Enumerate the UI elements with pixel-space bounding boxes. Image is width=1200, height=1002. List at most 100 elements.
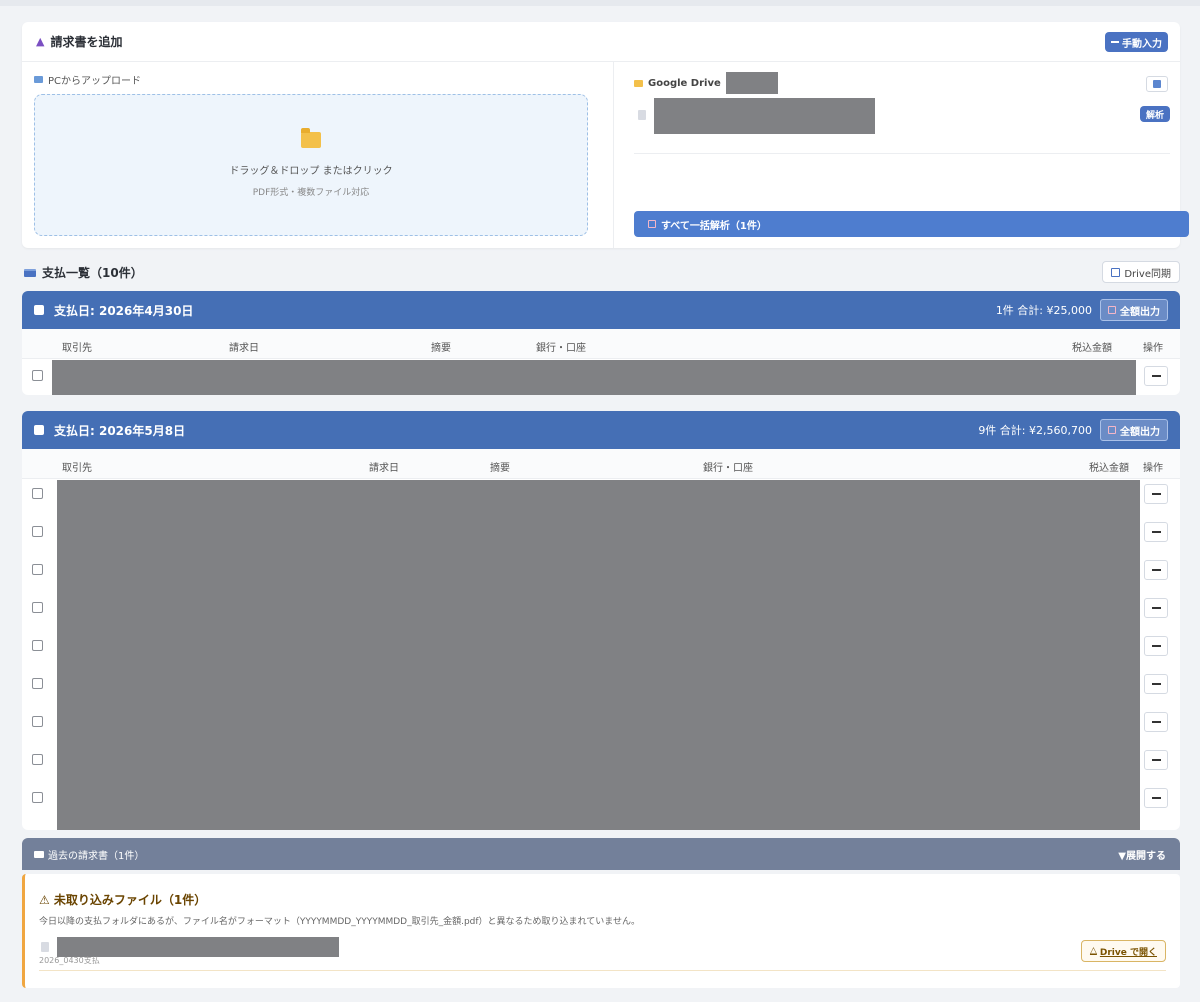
- col-amount: 税込金額: [1089, 463, 1129, 474]
- bulk-icon: [648, 220, 656, 228]
- col-bank-account: 銀行・口座: [703, 463, 753, 474]
- remove-row-button[interactable]: [1144, 674, 1168, 694]
- past-folder-icon: [34, 850, 44, 858]
- remove-row-button[interactable]: [1144, 636, 1168, 656]
- minus-icon: [1111, 41, 1119, 43]
- unimported-files-panel: ⚠ 未取り込みファイル（1件） 今日以降の支払フォルダにあるが、ファイル名がフォ…: [22, 874, 1180, 988]
- col-amount: 税込金額: [1072, 343, 1112, 354]
- top-bar: [0, 0, 1200, 6]
- dropzone-main-text: ドラッグ＆ドロップ またはクリック: [229, 166, 393, 177]
- payment-list-heading: 支払一覧（10件）: [24, 264, 143, 281]
- col-summary: 摘要: [490, 463, 510, 474]
- drive-refresh-button[interactable]: [1146, 76, 1168, 92]
- row-checkbox[interactable]: [32, 488, 43, 499]
- bulk-analyze-button[interactable]: すべて一括解析（1件）: [634, 211, 1189, 237]
- row-checkbox[interactable]: [32, 716, 43, 727]
- past-invoices-bar[interactable]: 過去の請求書（1件） ▼展開する: [22, 838, 1180, 870]
- manual-input-button[interactable]: 手動入力: [1105, 32, 1168, 52]
- group-summary: 9件 合計: ¥2,560,700: [978, 424, 1092, 437]
- payment-group-apr30: 支払日: 2026年4月30日 1件 合計: ¥25,000 全額出力 取引先 …: [22, 291, 1180, 395]
- drive-label-row: Google Drive: [634, 72, 778, 94]
- remove-row-button[interactable]: [1144, 788, 1168, 808]
- document-icon: [638, 110, 646, 120]
- add-invoice-card: ▲ 請求書を追加 手動入力 PCからアップロード ドラッグ＆ドロップ またはクリ…: [22, 22, 1189, 248]
- remove-row-button[interactable]: [1144, 522, 1168, 542]
- drive-label: Google Drive: [648, 77, 721, 89]
- dropzone-sub-text: PDF形式・複数ファイル対応: [252, 188, 370, 198]
- credit-card-icon: [24, 268, 36, 277]
- col-summary: 摘要: [431, 343, 451, 354]
- row-checkbox[interactable]: [32, 678, 43, 689]
- group-title: 支払日: 2026年4月30日: [54, 303, 194, 318]
- open-in-drive-button[interactable]: △ Drive で開く: [1080, 940, 1166, 962]
- group-select-checkbox[interactable]: [34, 305, 44, 315]
- redacted-row-content: [52, 360, 1136, 395]
- col-vendor: 取引先: [62, 463, 92, 474]
- add-invoice-title: 請求書を追加: [50, 35, 123, 49]
- open-in-drive-label: Drive で開く: [1099, 947, 1157, 958]
- drive-folder-icon: [634, 79, 643, 87]
- row-checkbox[interactable]: [32, 602, 43, 613]
- remove-row-button[interactable]: [1144, 712, 1168, 732]
- redacted-file-name: [654, 98, 875, 134]
- payment-list-title: 支払一覧（10件）: [42, 266, 143, 280]
- redacted-folder-name: [725, 72, 778, 94]
- row-checkbox[interactable]: [32, 564, 43, 575]
- row-checkbox[interactable]: [32, 792, 43, 803]
- drive-sync-button[interactable]: Drive同期: [1102, 261, 1180, 283]
- unimported-folder-name: 2026_0430支払: [39, 956, 100, 965]
- group-summary-area: 1件 合計: ¥25,000 全額出力: [996, 299, 1168, 321]
- analyze-button[interactable]: 解析: [1139, 106, 1170, 122]
- payment-group-header: 支払日: 2026年4月30日 1件 合計: ¥25,000 全額出力: [22, 291, 1180, 329]
- col-invoice-date: 請求日: [229, 343, 259, 354]
- file-dropzone[interactable]: ドラッグ＆ドロップ またはクリック PDF形式・複数ファイル対応: [34, 94, 588, 236]
- manual-input-label: 手動入力: [1122, 38, 1162, 50]
- column-header-row: 取引先 請求日 摘要 銀行・口座 税込金額 操作: [22, 449, 1180, 479]
- group-summary: 1件 合計: ¥25,000: [995, 304, 1092, 317]
- export-icon: [1108, 426, 1116, 434]
- row-checkbox[interactable]: [32, 754, 43, 765]
- row-checkbox[interactable]: [32, 526, 43, 537]
- unimported-title: ⚠ 未取り込みファイル（1件）: [39, 893, 207, 907]
- export-icon: [1108, 306, 1116, 314]
- unimported-file-row: [41, 937, 341, 957]
- export-all-label: 全額出力: [1120, 426, 1160, 438]
- expand-toggle[interactable]: ▼展開する: [1118, 847, 1166, 862]
- invoice-icon: ▲: [36, 35, 45, 48]
- drive-file-row: 解析: [634, 98, 1170, 154]
- pc-upload-label: PCからアップロード: [48, 76, 142, 87]
- payment-group-header: 支払日: 2026年5月8日 9件 合計: ¥2,560,700 全額出力: [22, 411, 1180, 449]
- drive-icon: △: [1089, 946, 1097, 956]
- row-checkbox[interactable]: [32, 640, 43, 651]
- folder-icon: [301, 128, 321, 148]
- export-all-button[interactable]: 全額出力: [1100, 419, 1168, 441]
- remove-row-button[interactable]: [1144, 366, 1168, 386]
- pc-upload-label-row: PCからアップロード: [34, 72, 588, 87]
- col-invoice-date: 請求日: [369, 463, 399, 474]
- past-invoices-title: 過去の請求書（1件）: [48, 850, 145, 862]
- drive-sync-label: Drive同期: [1124, 268, 1171, 280]
- unimported-description: 今日以降の支払フォルダにあるが、ファイル名がフォーマット（YYYYMMDD_YY…: [39, 917, 640, 927]
- remove-row-button[interactable]: [1144, 560, 1168, 580]
- export-all-button[interactable]: 全額出力: [1100, 299, 1168, 321]
- pc-upload-section: PCからアップロード ドラッグ＆ドロップ またはクリック PDF形式・複数ファイ…: [34, 72, 588, 236]
- group-select-checkbox[interactable]: [34, 425, 44, 435]
- remove-row-button[interactable]: [1144, 750, 1168, 770]
- export-all-label: 全額出力: [1120, 306, 1160, 318]
- group-summary-area: 9件 合計: ¥2,560,700 全額出力: [978, 419, 1168, 441]
- column-header-row: 取引先 請求日 摘要 銀行・口座 税込金額 操作: [22, 329, 1180, 359]
- col-bank-account: 銀行・口座: [536, 343, 586, 354]
- bulk-analyze-label: すべて一括解析（1件）: [661, 220, 767, 232]
- remove-row-button[interactable]: [1144, 484, 1168, 504]
- sync-icon: [1111, 267, 1121, 277]
- col-actions: 操作: [1143, 463, 1163, 474]
- analyze-label: 解析: [1145, 110, 1164, 121]
- document-icon: [41, 942, 49, 952]
- redacted-unimported-file: [57, 937, 339, 957]
- refresh-icon: [1153, 80, 1161, 88]
- add-invoice-header: ▲ 請求書を追加 手動入力: [22, 22, 1180, 62]
- col-vendor: 取引先: [62, 343, 92, 354]
- google-drive-section: Google Drive 解析 すべて一括解析（1件）: [614, 62, 1189, 248]
- remove-row-button[interactable]: [1144, 598, 1168, 618]
- row-checkbox[interactable]: [32, 370, 43, 381]
